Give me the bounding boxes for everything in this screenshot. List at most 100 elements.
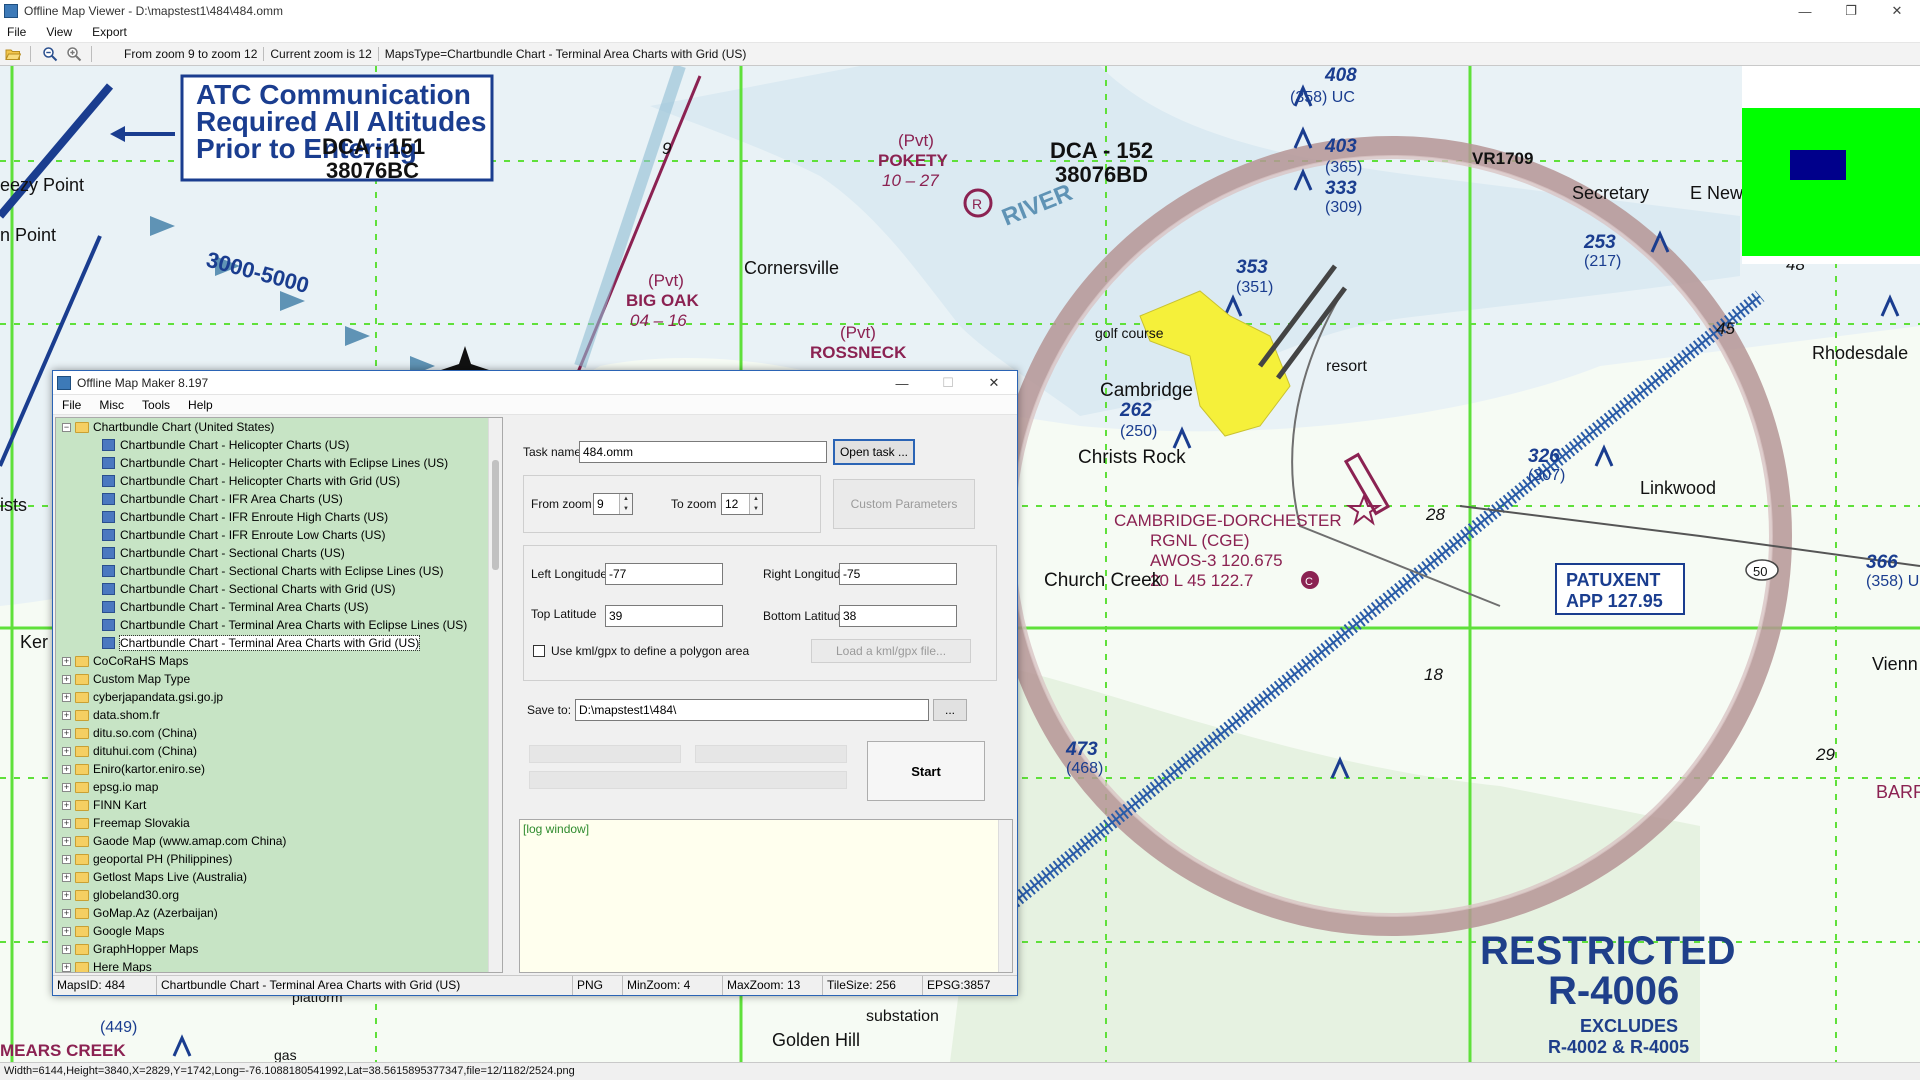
alt-351: (351) <box>1236 279 1273 296</box>
menu-file[interactable]: File <box>4 24 29 40</box>
expand-icon[interactable]: + <box>62 818 71 828</box>
tree-node-folder[interactable]: + Here Maps <box>56 958 502 972</box>
tree-node-folder[interactable]: + CoCoRaHS Maps <box>56 652 502 670</box>
tree-node-map-type[interactable]: Chartbundle Chart - Terminal Area Charts… <box>56 616 502 634</box>
use-kml-checkbox[interactable] <box>533 645 545 657</box>
tree-node-folder[interactable]: + GraphHopper Maps <box>56 940 502 958</box>
place-church-creek: Church Creek <box>1044 570 1162 591</box>
tree-node-folder[interactable]: + globeland30.org <box>56 886 502 904</box>
expand-icon[interactable]: + <box>62 728 71 738</box>
map-maker-window[interactable]: Offline Map Maker 8.197 — ☐ ✕ File Misc … <box>52 370 1018 996</box>
tree-node-folder[interactable]: + Getlost Maps Live (Australia) <box>56 868 502 886</box>
expand-icon[interactable]: + <box>62 944 71 954</box>
right-longitude-input[interactable]: -75 <box>839 563 957 585</box>
tree-node-folder[interactable]: + GoMap.Az (Azerbaijan) <box>56 904 502 922</box>
load-kml-button[interactable]: Load a kml/gpx file... <box>811 639 971 663</box>
maker-menu-file[interactable]: File <box>59 397 84 413</box>
maker-maximize-button[interactable]: ☐ <box>925 371 971 395</box>
tree-node-map-type[interactable]: Chartbundle Chart - Sectional Charts wit… <box>56 580 502 598</box>
start-button[interactable]: Start <box>867 741 985 801</box>
task-name-input[interactable]: 484.omm <box>579 441 827 463</box>
menu-view[interactable]: View <box>43 24 75 40</box>
expand-icon[interactable]: + <box>62 800 71 810</box>
open-folder-button[interactable] <box>2 44 24 64</box>
browse-button[interactable]: ... <box>933 699 967 721</box>
maximize-button[interactable]: ❐ <box>1828 0 1874 22</box>
from-zoom-spinner[interactable]: 9 ▲ ▼ <box>593 493 633 515</box>
tree-node-folder[interactable]: + geoportal PH (Philippines) <box>56 850 502 868</box>
expand-icon[interactable]: + <box>62 962 71 972</box>
tree-node-map-type[interactable]: Chartbundle Chart - IFR Area Charts (US) <box>56 490 502 508</box>
map-type-tree[interactable]: − Chartbundle Chart (United States) Chartb… <box>55 417 503 973</box>
maker-close-button[interactable]: ✕ <box>971 371 1017 395</box>
tree-node-map-type[interactable]: Chartbundle Chart - Helicopter Charts wi… <box>56 472 502 490</box>
left-longitude-input[interactable]: -77 <box>605 563 723 585</box>
tree-node-map-type[interactable]: Chartbundle Chart - IFR Enroute Low Char… <box>56 526 502 544</box>
tree-node-map-type[interactable]: Chartbundle Chart - Sectional Charts wit… <box>56 562 502 580</box>
spinner-arrows-icon[interactable]: ▲ ▼ <box>619 494 632 514</box>
tree-node-folder[interactable]: + epsg.io map <box>56 778 502 796</box>
pvt-label-1: (Pvt) <box>898 131 934 150</box>
maps-type-text: MapsType=Chartbundle Chart - Terminal Ar… <box>384 47 747 61</box>
expand-icon[interactable]: + <box>62 710 71 720</box>
tree-node-folder[interactable]: + data.shom.fr <box>56 706 502 724</box>
expand-icon[interactable]: + <box>62 692 71 702</box>
expand-icon[interactable]: + <box>62 854 71 864</box>
tree-node-map-type[interactable]: Chartbundle Chart - Terminal Area Charts… <box>56 598 502 616</box>
zoom-out-button[interactable] <box>39 44 61 64</box>
expand-icon[interactable]: + <box>62 674 71 684</box>
open-task-button[interactable]: Open task ... <box>833 439 915 465</box>
expand-icon[interactable]: + <box>62 836 71 846</box>
expand-icon[interactable]: + <box>62 782 71 792</box>
expand-icon[interactable]: + <box>62 908 71 918</box>
to-zoom-spinner[interactable]: 12 ▲ ▼ <box>721 493 763 515</box>
map-maker-titlebar[interactable]: Offline Map Maker 8.197 — ☐ ✕ <box>53 371 1017 395</box>
collapse-icon[interactable]: − <box>62 422 71 432</box>
zoom-in-button[interactable] <box>63 44 85 64</box>
log-window[interactable]: [log window] <box>519 819 1013 973</box>
expand-icon[interactable]: + <box>62 746 71 756</box>
maker-menu-tools[interactable]: Tools <box>139 397 173 413</box>
expand-icon[interactable]: + <box>62 872 71 882</box>
tree-node-map-type[interactable]: Chartbundle Chart - Terminal Area Charts… <box>56 634 502 652</box>
tree-node-map-type[interactable]: Chartbundle Chart - Helicopter Charts (U… <box>56 436 502 454</box>
tree-node-folder[interactable]: + cyberjapandata.gsi.go.jp <box>56 688 502 706</box>
expand-icon[interactable]: + <box>62 890 71 900</box>
tree-node-root[interactable]: − Chartbundle Chart (United States) <box>56 418 502 436</box>
minimize-button[interactable]: — <box>1782 0 1828 22</box>
map-maker-icon <box>57 375 71 390</box>
tree-scrollbar[interactable] <box>488 418 502 972</box>
spinner-arrows-icon[interactable]: ▲ ▼ <box>749 494 762 514</box>
maker-menu-help[interactable]: Help <box>185 397 216 413</box>
bottom-latitude-input[interactable]: 38 <box>839 605 957 627</box>
tree-node-folder[interactable]: + Freemap Slovakia <box>56 814 502 832</box>
place-mears-creek: MEARS CREEK <box>0 1041 126 1060</box>
expand-icon[interactable]: + <box>62 764 71 774</box>
maker-menu-misc[interactable]: Misc <box>96 397 127 413</box>
toolbar-separator <box>30 46 31 62</box>
tree-node-folder[interactable]: + FINN Kart <box>56 796 502 814</box>
tree-scroll-thumb[interactable] <box>492 460 499 570</box>
log-scrollbar[interactable] <box>998 820 1012 972</box>
map-layer-icon <box>102 601 115 613</box>
tree-node-folder[interactable]: + Eniro(kartor.eniro.se) <box>56 760 502 778</box>
tree-node-folder[interactable]: + Google Maps <box>56 922 502 940</box>
close-button[interactable]: ✕ <box>1874 0 1920 22</box>
tree-node-folder[interactable]: + Custom Map Type <box>56 670 502 688</box>
restricted-r4002: R-4002 & R-4005 <box>1548 1037 1689 1057</box>
save-to-input[interactable]: D:\mapstest1\484\ <box>575 699 929 721</box>
expand-icon[interactable]: + <box>62 656 71 666</box>
tree-node-map-type[interactable]: Chartbundle Chart - Sectional Charts (US… <box>56 544 502 562</box>
expand-icon[interactable]: + <box>62 926 71 936</box>
airport-pokety: POKETY <box>878 151 949 170</box>
custom-parameters-button[interactable]: Custom Parameters <box>833 479 975 529</box>
top-latitude-input[interactable]: 39 <box>605 605 723 627</box>
maker-minimize-button[interactable]: — <box>879 371 925 395</box>
airport-name: CAMBRIDGE-DORCHESTER <box>1114 511 1342 530</box>
tree-node-map-type[interactable]: Chartbundle Chart - IFR Enroute High Cha… <box>56 508 502 526</box>
tree-node-folder[interactable]: + ditu.so.com (China) <box>56 724 502 742</box>
tree-node-folder[interactable]: + Gaode Map (www.amap.com China) <box>56 832 502 850</box>
tree-node-folder[interactable]: + dituhui.com (China) <box>56 742 502 760</box>
tree-node-map-type[interactable]: Chartbundle Chart - Helicopter Charts wi… <box>56 454 502 472</box>
menu-export[interactable]: Export <box>89 24 130 40</box>
